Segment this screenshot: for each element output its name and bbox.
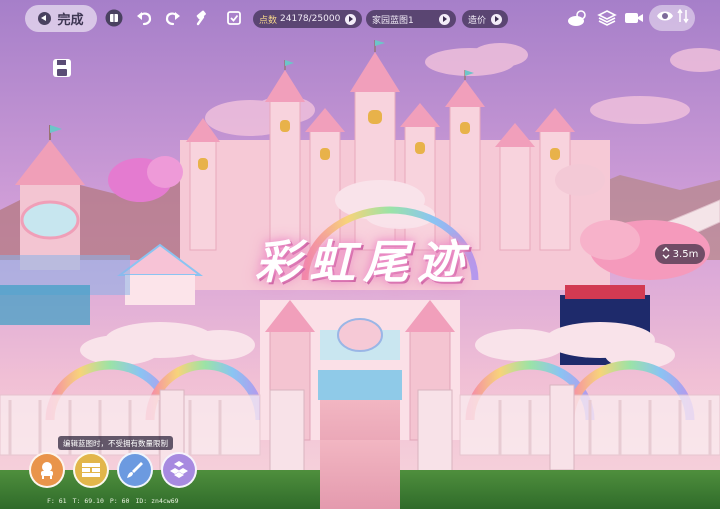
paint-brush-icon	[127, 462, 143, 478]
done-button[interactable]: 完成	[25, 5, 97, 32]
zoom-value: 3.5m	[672, 248, 699, 260]
done-label: 完成	[57, 13, 84, 28]
eye-icon	[656, 8, 674, 28]
save-button[interactable]	[51, 57, 73, 79]
paint-tool-button[interactable]	[117, 452, 153, 488]
furniture-tool-button[interactable]	[29, 452, 65, 488]
undo-icon[interactable]	[134, 8, 154, 28]
debug-f: F: 61	[47, 497, 67, 505]
chevron-right-icon	[345, 13, 357, 25]
layers-icon[interactable]	[596, 8, 618, 28]
chevron-right-icon	[491, 13, 503, 25]
debug-stats: F: 61 T: 69.10 P: 60 ID: zn4cw69	[47, 497, 179, 505]
boxes-icon	[170, 461, 188, 478]
top-toolbar: 完成 点数 24178/25000 家园蓝图1 造价	[0, 0, 720, 36]
budget-value: 24178/25000	[280, 14, 341, 24]
cost-pill[interactable]: 造价	[462, 10, 509, 28]
scene-title: 彩虹尾迹	[255, 235, 471, 289]
brick-wall-icon	[82, 463, 100, 477]
zoom-indicator[interactable]: 3.5m	[655, 244, 705, 264]
book-icon[interactable]	[104, 8, 124, 28]
wall-tool-button[interactable]	[73, 452, 109, 488]
hammer-icon[interactable]	[193, 8, 213, 28]
edit-notice: 编辑蓝图时，不受拥有数量限制	[58, 436, 173, 450]
view-toggle-button[interactable]	[649, 5, 695, 31]
weather-icon[interactable]	[566, 8, 590, 28]
zoom-arrows-icon	[662, 246, 670, 262]
redo-icon[interactable]	[163, 8, 183, 28]
sort-arrows-icon	[676, 8, 689, 28]
save-icon	[53, 59, 71, 77]
debug-t: T: 69.10	[72, 497, 104, 505]
cost-label: 造价	[468, 15, 487, 26]
budget-pill[interactable]: 点数 24178/25000	[253, 10, 363, 28]
video-camera-icon[interactable]	[623, 8, 645, 28]
blueprint-label: 家园蓝图1	[372, 15, 414, 26]
blueprint-selector[interactable]: 家园蓝图1	[366, 10, 456, 28]
chevron-right-icon	[439, 13, 450, 25]
blocks-tool-button[interactable]	[161, 452, 197, 488]
debug-p: P: 60	[109, 497, 130, 505]
checklist-icon[interactable]	[224, 8, 244, 28]
furniture-icon	[41, 462, 53, 479]
budget-label: 点数	[259, 15, 278, 26]
back-circle-icon	[38, 12, 52, 25]
debug-id: ID: zn4cw69	[135, 497, 179, 505]
